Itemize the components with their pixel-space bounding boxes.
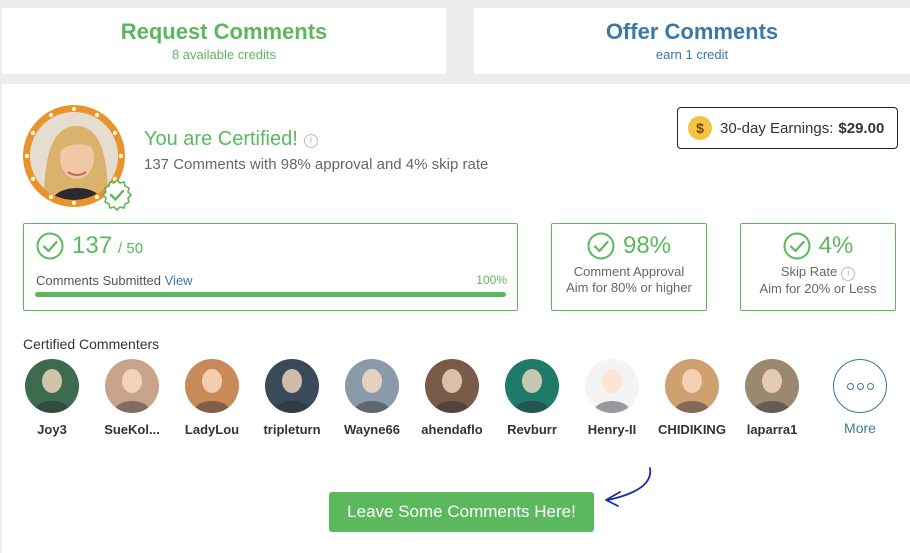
certified-title: You are Certified! i — [144, 128, 318, 151]
avatar-ahendaflo[interactable] — [425, 359, 479, 413]
comments-submitted-card: 137 / 50 Comments Submitted View 100% — [23, 223, 518, 311]
progress-bar — [35, 292, 506, 297]
approval-card: 98% Comment Approval Aim for 80% or high… — [551, 223, 707, 311]
view-link[interactable]: View — [165, 273, 193, 288]
offer-comments-card[interactable]: Offer Comments earn 1 credit — [474, 8, 910, 74]
approval-label: Comment Approval — [573, 264, 685, 279]
approval-hint: Aim for 80% or higher — [566, 280, 692, 295]
commenter-name[interactable]: Revburr — [497, 422, 567, 437]
check-circle-icon — [587, 232, 615, 260]
submitted-count: 137 — [72, 232, 113, 259]
avatar-suekol[interactable] — [105, 359, 159, 413]
commenter-name[interactable]: Joy3 — [17, 422, 87, 437]
profile-avatar — [23, 105, 133, 211]
certified-commenters-heading: Certified Commenters — [23, 336, 160, 352]
commenter-name[interactable]: CHIDIKING — [657, 422, 727, 437]
request-credits-text: 8 available credits — [171, 47, 277, 62]
approval-value: 98% — [622, 232, 672, 259]
submitted-label-text: Comments Submitted — [36, 273, 161, 288]
info-icon[interactable]: i — [841, 267, 856, 281]
commenter-item[interactable]: Revburr — [497, 359, 567, 437]
commenter-item[interactable]: SueKol... — [97, 359, 167, 437]
commenter-name[interactable]: laparra1 — [737, 422, 807, 437]
certified-title-text: You are Certified! — [144, 128, 298, 150]
skip-rate-card: 4% Skip Rate i Aim for 20% or Less — [740, 223, 896, 311]
more-label[interactable]: More — [825, 420, 895, 436]
info-icon[interactable]: i — [303, 134, 318, 148]
avatar-henry[interactable] — [585, 359, 639, 413]
commenter-name[interactable]: Henry-II — [577, 422, 647, 437]
commenter-item[interactable]: Henry-II — [577, 359, 647, 437]
hand-drawn-arrow-icon — [605, 467, 652, 507]
certified-summary: 137 Comments with 98% approval and 4% sk… — [144, 156, 489, 173]
skip-rate-label-text: Skip Rate — [780, 264, 838, 279]
commenter-name[interactable]: tripleturn — [257, 422, 327, 437]
offer-credit-text: earn 1 credit — [655, 47, 729, 62]
leave-comments-button[interactable]: Leave Some Comments Here! — [329, 492, 594, 532]
commenter-item[interactable]: Wayne66 — [337, 359, 407, 437]
more-icon[interactable] — [833, 359, 887, 413]
submitted-label: Comments Submitted View — [36, 273, 193, 288]
earnings-label: 30-day Earnings: — [720, 119, 834, 137]
skip-rate-hint: Aim for 20% or Less — [759, 281, 877, 296]
commenter-item[interactable]: LadyLou — [177, 359, 247, 437]
commenter-item[interactable]: CHIDIKING — [657, 359, 727, 437]
offer-comments-title[interactable]: Offer Comments — [474, 19, 910, 45]
commenter-name[interactable]: ahendaflo — [417, 422, 487, 437]
earnings-box: $ 30-day Earnings: $29.00 — [677, 107, 898, 149]
submitted-goal: / 50 — [118, 240, 144, 257]
certification-panel: You are Certified! i 137 Comments with 98… — [2, 84, 910, 553]
commenter-name[interactable]: SueKol... — [97, 422, 167, 437]
avatar-ladylou[interactable] — [185, 359, 239, 413]
verified-badge-icon — [101, 179, 133, 211]
check-circle-icon — [783, 232, 811, 260]
dollar-coin-icon: $ — [688, 116, 712, 140]
avatar-joy3[interactable] — [25, 359, 79, 413]
request-comments-card[interactable]: Request Comments 8 available credits — [2, 8, 446, 74]
earnings-amount: $29.00 — [838, 119, 885, 137]
commenter-name[interactable]: Wayne66 — [337, 422, 407, 437]
progress-percent: 100% — [476, 273, 507, 287]
avatar-tripleturn[interactable] — [265, 359, 319, 413]
commenter-item[interactable]: tripleturn — [257, 359, 327, 437]
avatar-chidiking[interactable] — [665, 359, 719, 413]
avatar-laparra1[interactable] — [745, 359, 799, 413]
more-commenters-button[interactable]: More — [825, 359, 895, 436]
progress-bar-fill — [35, 292, 506, 297]
commenter-item[interactable]: Joy3 — [17, 359, 87, 437]
skip-rate-label: Skip Rate i — [741, 264, 895, 281]
request-comments-title[interactable]: Request Comments — [2, 19, 446, 45]
skip-rate-value: 4% — [818, 232, 854, 259]
commenter-item[interactable]: laparra1 — [737, 359, 807, 437]
commenter-name[interactable]: LadyLou — [177, 422, 247, 437]
avatar-revburr[interactable] — [505, 359, 559, 413]
commenter-item[interactable]: ahendaflo — [417, 359, 487, 437]
avatar-wayne66[interactable] — [345, 359, 399, 413]
check-circle-icon — [36, 232, 64, 260]
